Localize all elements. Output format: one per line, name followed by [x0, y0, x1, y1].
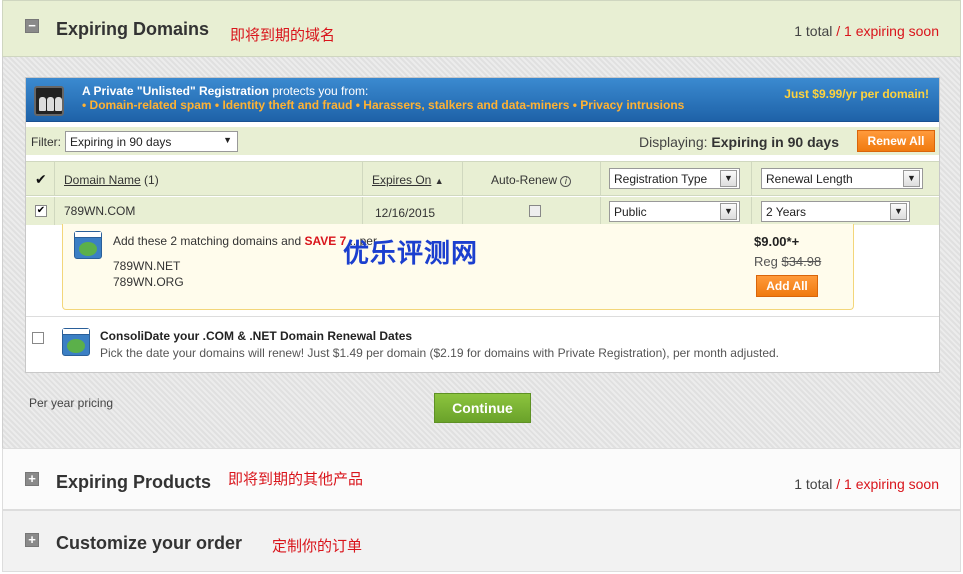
filter-select-value: Expiring in 90 days: [70, 135, 172, 149]
add-all-button[interactable]: Add All: [756, 275, 818, 297]
expiring-domains-header[interactable]: − Expiring Domains 即将到期的域名 1 total / 1 e…: [2, 0, 961, 57]
offer-text-pre: Add these 2 matching domains and: [113, 234, 305, 248]
dropdown-arrow-icon: ▼: [890, 203, 907, 220]
total-count: 1 total: [794, 23, 833, 39]
continue-button[interactable]: Continue: [434, 393, 531, 423]
table-header: ✔ Domain Name (1) Expires On ▲ Auto-Rene…: [26, 161, 939, 196]
sort-asc-icon: ▲: [434, 176, 444, 186]
banner-heading-rest: protects you from:: [268, 84, 369, 98]
expand-icon[interactable]: +: [25, 533, 39, 547]
regular-price-label: Reg: [754, 254, 782, 269]
consolidate-title: ConsoliDate your .COM & .NET Domain Rene…: [100, 329, 413, 343]
expiring-domains-panel: A Private "Unlisted" Registration protec…: [2, 57, 961, 448]
domain-globe-icon: [74, 231, 102, 259]
count-separator: /: [832, 23, 845, 39]
consolidate-checkbox[interactable]: [32, 332, 44, 344]
dropdown-arrow-icon: ▼: [223, 135, 232, 145]
section-count: 1 total / 1 expiring soon: [794, 476, 939, 492]
domains-card: A Private "Unlisted" Registration protec…: [25, 77, 940, 373]
customize-order-header[interactable]: + Customize your order 定制你的订单: [2, 510, 961, 572]
section-title: Expiring Domains: [56, 19, 210, 39]
filter-label: Filter:: [31, 135, 61, 149]
select-all-check-icon[interactable]: ✔: [35, 171, 47, 188]
regular-price: Reg $34.98: [754, 254, 821, 269]
section-title: Expiring Products: [56, 472, 212, 492]
info-icon[interactable]: i: [560, 176, 572, 187]
domain-globe-icon: [62, 328, 90, 356]
expiring-products-header[interactable]: + Expiring Products 即将到期的其他产品 1 total / …: [2, 448, 961, 510]
banner-price: Just $9.99/yr per domain!: [784, 87, 929, 101]
section-annotation: 定制你的订单: [272, 538, 363, 555]
registration-type-select[interactable]: Public ▼: [609, 201, 740, 222]
regular-price-value: $34.98: [781, 254, 822, 269]
expiry-date: 12/16/2015: [375, 206, 436, 220]
domain-name: 789WN.COM: [64, 204, 136, 218]
filter-bar: Filter: Expiring in 90 days ▼ Displaying…: [26, 127, 939, 155]
displaying-label: Displaying:: [639, 134, 708, 150]
private-registration-banner[interactable]: A Private "Unlisted" Registration protec…: [26, 78, 939, 122]
row-checkbox[interactable]: ✔: [35, 205, 47, 217]
watermark: 优乐评测网: [343, 239, 479, 269]
renewal-length-select[interactable]: 2 Years ▼: [761, 201, 910, 222]
banner-heading-bold: A Private "Unlisted" Registration: [82, 84, 269, 98]
table-row: ✔ 789WN.COM 12/16/2015 Public ▼ 2 Years …: [26, 197, 939, 225]
offer-text: Add these 2 matching domains and SAVE 7 …: [113, 234, 377, 248]
section-title: Customize your order: [56, 533, 243, 553]
expiring-soon-count: 1 expiring soon: [844, 23, 939, 39]
banner-heading: A Private "Unlisted" Registration protec…: [82, 84, 368, 98]
suggested-domain: 789WN.ORG: [113, 275, 184, 289]
offer-price: $9.00*+: [754, 234, 800, 249]
renew-all-button[interactable]: Renew All: [857, 130, 935, 152]
suggested-domain: 789WN.NET: [113, 259, 181, 273]
count-separator: /: [832, 476, 845, 492]
renewal-length-header-select[interactable]: Renewal Length ▼: [761, 168, 923, 189]
total-count: 1 total: [794, 476, 833, 492]
dropdown-arrow-icon: ▼: [720, 170, 737, 187]
auto-renew-checkbox[interactable]: [529, 205, 541, 217]
displaying-value: Expiring in 90 days: [711, 134, 839, 150]
per-year-pricing-note: Per year pricing: [29, 396, 114, 410]
section-count: 1 total / 1 expiring soon: [794, 23, 939, 39]
filter-select[interactable]: Expiring in 90 days ▼: [65, 131, 238, 152]
privacy-icon: [34, 86, 64, 116]
section-annotation: 即将到期的域名: [230, 27, 336, 44]
dropdown-arrow-icon: ▼: [903, 170, 920, 187]
registration-type-header-select[interactable]: Registration Type ▼: [609, 168, 740, 189]
consolidate-description: Pick the date your domains will renew! J…: [100, 346, 780, 360]
expires-on-header[interactable]: Expires On ▲: [372, 173, 444, 187]
displaying-status: Displaying: Expiring in 90 days: [639, 134, 839, 150]
domain-count: (1): [140, 173, 159, 187]
collapse-icon[interactable]: −: [25, 19, 39, 33]
banner-threats: • Domain-related spam • Identity theft a…: [82, 98, 685, 112]
dropdown-arrow-icon: ▼: [720, 203, 737, 220]
domain-name-header[interactable]: Domain Name (1): [64, 173, 159, 187]
auto-renew-header: Auto-Renew i: [491, 173, 572, 187]
expand-icon[interactable]: +: [25, 472, 39, 486]
expiring-soon-count: 1 expiring soon: [844, 476, 939, 492]
consolidate-renewal-option: ConsoliDate your .COM & .NET Domain Rene…: [26, 316, 939, 372]
section-annotation: 即将到期的其他产品: [228, 471, 364, 488]
offer-save-text: SAVE 7: [304, 234, 347, 248]
